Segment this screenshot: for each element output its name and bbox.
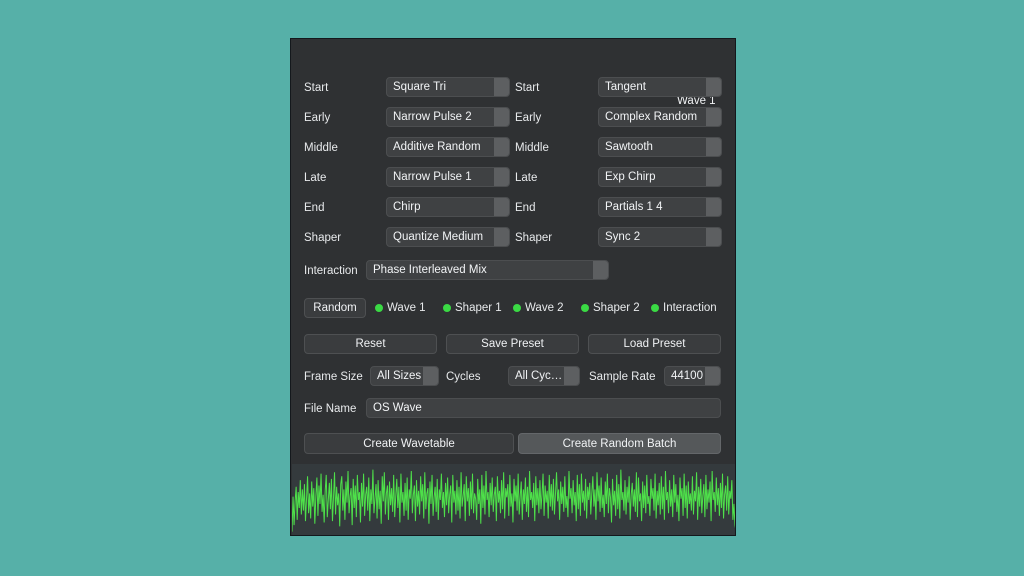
random-toggle-wave1-label: Wave 1	[387, 302, 426, 314]
wave1-start-popup[interactable]: Square Tri	[386, 77, 510, 97]
status-dot-icon	[443, 304, 451, 312]
random-toggle-wave2-label: Wave 2	[525, 302, 564, 314]
wave2-start-label: Start	[515, 83, 539, 95]
wave2-shaper-popup[interactable]: Sync 2	[598, 227, 722, 247]
sample-rate-popup[interactable]: 44100	[664, 366, 721, 386]
wave2-middle-label: Middle	[515, 143, 549, 155]
wave1-shaper-popup[interactable]: Quantize Medium	[386, 227, 510, 247]
popup-arrow-icon	[706, 108, 721, 126]
random-toggle-shaper1[interactable]: Shaper 1	[443, 302, 502, 314]
popup-arrow-icon	[494, 108, 509, 126]
random-toggle-wave2[interactable]: Wave 2	[513, 302, 564, 314]
popup-arrow-icon	[423, 367, 438, 385]
sample-rate-value: 44100	[665, 370, 705, 382]
wave1-shaper-value: Quantize Medium	[387, 231, 494, 243]
create-random-batch-button[interactable]: Create Random Batch	[518, 433, 721, 454]
random-toggle-wave1[interactable]: Wave 1	[375, 302, 426, 314]
wave1-end-value: Chirp	[387, 201, 494, 213]
random-toggle-interaction[interactable]: Interaction	[651, 302, 717, 314]
wave1-late-label: Late	[304, 173, 326, 185]
popup-arrow-icon	[705, 367, 720, 385]
random-toggle-shaper2[interactable]: Shaper 2	[581, 302, 640, 314]
interaction-value: Phase Interleaved Mix	[367, 264, 593, 276]
file-name-input[interactable]: OS Wave	[366, 398, 721, 418]
wave1-shaper-label: Shaper	[304, 233, 341, 245]
wave1-late-popup[interactable]: Narrow Pulse 1	[386, 167, 510, 187]
wave2-late-label: Late	[515, 173, 537, 185]
popup-arrow-icon	[593, 261, 608, 279]
cycles-value: All Cycles	[509, 370, 564, 382]
wave2-end-popup[interactable]: Partials 1 4	[598, 197, 722, 217]
wave1-early-popup[interactable]: Narrow Pulse 2	[386, 107, 510, 127]
wave1-middle-popup[interactable]: Additive Random	[386, 137, 510, 157]
random-toggle-shaper1-label: Shaper 1	[455, 302, 502, 314]
popup-arrow-icon	[494, 78, 509, 96]
popup-arrow-icon	[564, 367, 579, 385]
wave2-early-popup[interactable]: Complex Random	[598, 107, 722, 127]
wave1-middle-label: Middle	[304, 143, 338, 155]
wave2-early-label: Early	[515, 113, 541, 125]
wave2-early-value: Complex Random	[599, 111, 706, 123]
wave2-shaper-value: Sync 2	[599, 231, 706, 243]
popup-arrow-icon	[706, 228, 721, 246]
wavetable-generator-window: Wave 1 Wave 2 Start Square Tri Early Nar…	[290, 38, 736, 536]
wave2-end-label: End	[515, 203, 535, 215]
wave1-middle-value: Additive Random	[387, 141, 494, 153]
wave1-late-value: Narrow Pulse 1	[387, 171, 494, 183]
popup-arrow-icon	[706, 168, 721, 186]
waveform-plot	[292, 464, 736, 536]
load-preset-button[interactable]: Load Preset	[588, 334, 721, 354]
interaction-label: Interaction	[304, 266, 358, 278]
wave1-end-popup[interactable]: Chirp	[386, 197, 510, 217]
popup-arrow-icon	[494, 198, 509, 216]
status-dot-icon	[513, 304, 521, 312]
popup-arrow-icon	[706, 78, 721, 96]
random-toggle-interaction-label: Interaction	[663, 302, 717, 314]
wave1-early-label: Early	[304, 113, 330, 125]
popup-arrow-icon	[706, 138, 721, 156]
popup-arrow-icon	[494, 228, 509, 246]
cycles-label: Cycles	[446, 372, 481, 384]
frame-size-value: All Sizes	[371, 370, 423, 382]
popup-arrow-icon	[494, 168, 509, 186]
file-name-label: File Name	[304, 404, 356, 416]
wave2-shaper-label: Shaper	[515, 233, 552, 245]
status-dot-icon	[651, 304, 659, 312]
file-name-value: OS Wave	[367, 402, 422, 414]
wave1-start-label: Start	[304, 83, 328, 95]
wave2-late-popup[interactable]: Exp Chirp	[598, 167, 722, 187]
random-toggle-shaper2-label: Shaper 2	[593, 302, 640, 314]
random-button[interactable]: Random	[304, 298, 366, 318]
wave2-end-value: Partials 1 4	[599, 201, 706, 213]
sample-rate-label: Sample Rate	[589, 372, 655, 384]
reset-button[interactable]: Reset	[304, 334, 437, 354]
wave1-start-value: Square Tri	[387, 81, 494, 93]
status-dot-icon	[375, 304, 383, 312]
frame-size-popup[interactable]: All Sizes	[370, 366, 439, 386]
create-wavetable-button[interactable]: Create Wavetable	[304, 433, 514, 454]
wave1-early-value: Narrow Pulse 2	[387, 111, 494, 123]
save-preset-button[interactable]: Save Preset	[446, 334, 579, 354]
wave2-middle-popup[interactable]: Sawtooth	[598, 137, 722, 157]
interaction-popup[interactable]: Phase Interleaved Mix	[366, 260, 609, 280]
frame-size-label: Frame Size	[304, 372, 363, 384]
popup-arrow-icon	[494, 138, 509, 156]
waveform-trace	[292, 470, 736, 532]
wave2-start-popup[interactable]: Tangent	[598, 77, 722, 97]
popup-arrow-icon	[706, 198, 721, 216]
status-dot-icon	[581, 304, 589, 312]
waveform-display	[292, 464, 736, 536]
wave2-middle-value: Sawtooth	[599, 141, 706, 153]
wave2-late-value: Exp Chirp	[599, 171, 706, 183]
cycles-popup[interactable]: All Cycles	[508, 366, 580, 386]
wave2-start-value: Tangent	[599, 81, 706, 93]
wave1-end-label: End	[304, 203, 324, 215]
